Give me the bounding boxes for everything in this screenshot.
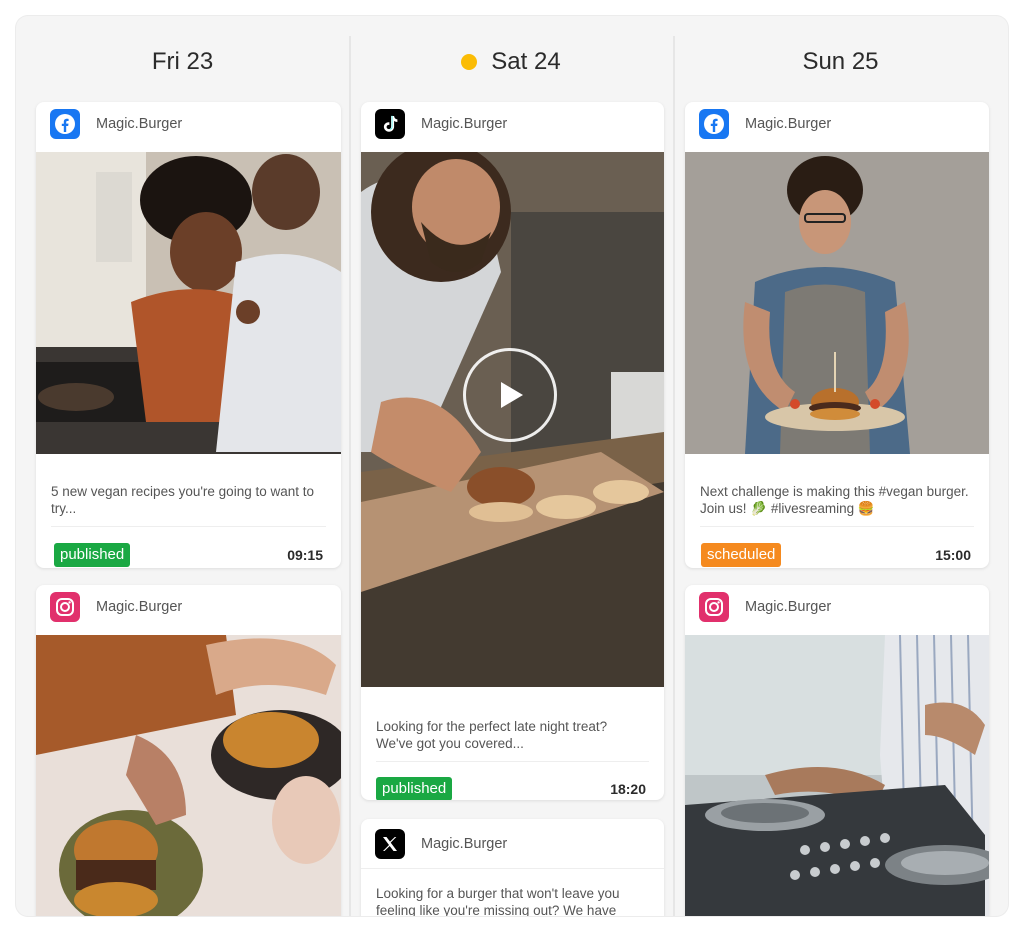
post-caption: Next challenge is making this #vegan bur… bbox=[700, 484, 969, 516]
day-label: Sat 24 bbox=[491, 48, 561, 75]
post-card[interactable]: Magic.Burger Looking for a burger that w… bbox=[361, 819, 664, 916]
account-name: Magic.Burger bbox=[421, 836, 508, 852]
post-header: Magic.Burger bbox=[36, 585, 341, 629]
day-header: Sun 25 bbox=[673, 46, 1008, 78]
facebook-icon bbox=[50, 109, 80, 139]
day-label: Fri 23 bbox=[151, 48, 214, 75]
post-card[interactable]: Magic.Burger bbox=[36, 585, 341, 916]
day-header: Fri 23 bbox=[16, 46, 349, 78]
post-time: 09:15 bbox=[287, 547, 323, 563]
account-name: Magic.Burger bbox=[96, 116, 183, 132]
post-image[interactable] bbox=[36, 152, 341, 454]
facebook-icon bbox=[699, 109, 729, 139]
status-badge: published bbox=[54, 543, 131, 567]
post-header: Magic.Burger bbox=[36, 102, 341, 146]
day-header: Sat 24 bbox=[349, 46, 673, 78]
post-header: Magic.Burger bbox=[685, 585, 989, 629]
post-header: Magic.Burger bbox=[361, 822, 664, 866]
post-image[interactable] bbox=[685, 635, 989, 916]
video-play-icon[interactable] bbox=[463, 348, 557, 442]
card-divider bbox=[361, 868, 664, 869]
today-indicator bbox=[461, 54, 478, 70]
day-column-sat: Sat 24 Magic.Burger Looking for the perf… bbox=[349, 16, 673, 916]
post-caption: Looking for the perfect late night treat… bbox=[376, 719, 608, 751]
day-label: Sun 25 bbox=[802, 48, 879, 75]
post-caption: Looking for a burger that won't leave yo… bbox=[376, 886, 620, 916]
card-divider bbox=[700, 526, 974, 527]
account-name: Magic.Burger bbox=[421, 116, 508, 132]
post-video[interactable] bbox=[361, 152, 664, 687]
instagram-icon bbox=[50, 592, 80, 622]
content-calendar: Fri 23 Magic.Burger 5 new vegan recipes … bbox=[16, 16, 1008, 916]
post-caption: 5 new vegan recipes you're going to want… bbox=[51, 484, 314, 516]
post-header: Magic.Burger bbox=[361, 102, 664, 146]
post-header: Magic.Burger bbox=[685, 102, 989, 146]
post-card[interactable]: Magic.Burger bbox=[685, 585, 989, 916]
account-name: Magic.Burger bbox=[745, 116, 832, 132]
post-card[interactable]: Magic.Burger bbox=[361, 102, 664, 800]
tiktok-icon bbox=[375, 109, 405, 139]
card-divider bbox=[376, 761, 649, 762]
post-card[interactable]: Magic.Burger bbox=[685, 102, 989, 568]
card-divider bbox=[51, 526, 326, 527]
post-card[interactable]: Magic.Burger 5 new vegan recipes you're … bbox=[36, 102, 341, 568]
account-name: Magic.Burger bbox=[745, 599, 832, 615]
instagram-icon bbox=[699, 592, 729, 622]
post-time: 15:00 bbox=[935, 547, 971, 563]
status-badge: scheduled bbox=[701, 543, 782, 567]
account-name: Magic.Burger bbox=[96, 599, 183, 615]
x-icon bbox=[375, 829, 405, 859]
post-image[interactable] bbox=[36, 635, 341, 916]
status-badge: published bbox=[376, 777, 453, 800]
day-column-fri: Fri 23 Magic.Burger 5 new vegan recipes … bbox=[16, 16, 349, 916]
post-image[interactable] bbox=[685, 152, 989, 454]
day-column-sun: Sun 25 Magic.Burger Next challenge is ma… bbox=[673, 16, 1008, 916]
post-time: 18:20 bbox=[610, 781, 646, 797]
